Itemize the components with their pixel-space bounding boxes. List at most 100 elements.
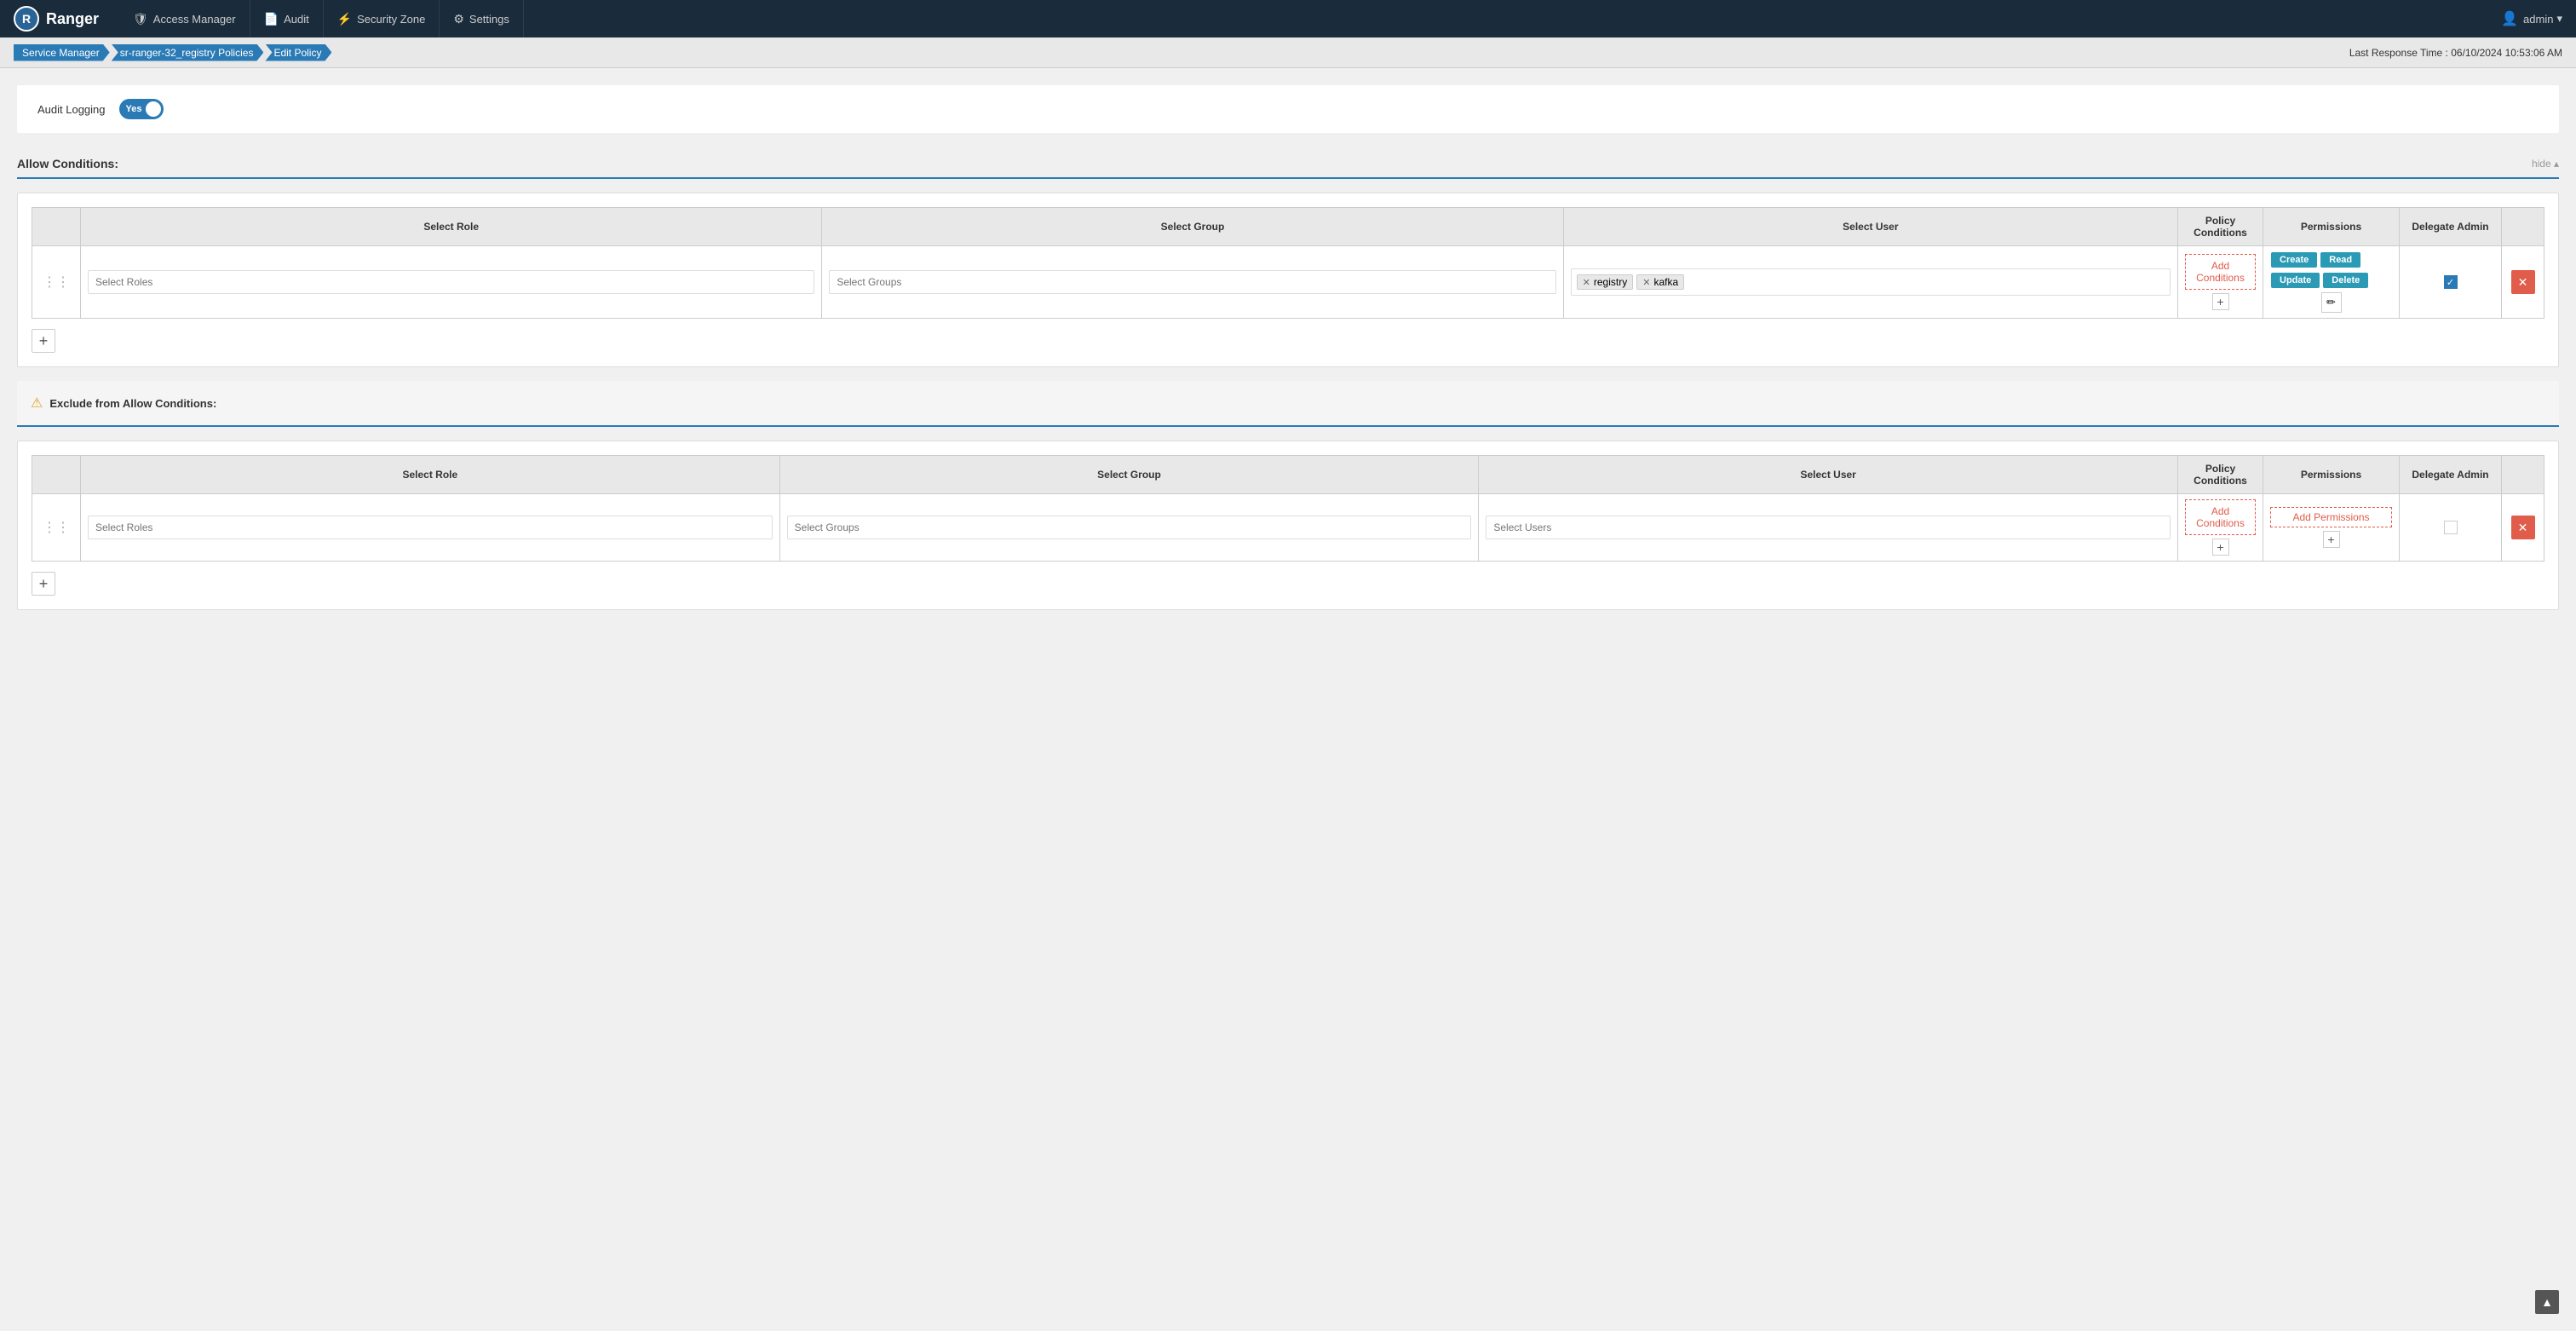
toggle-yes-label: Yes [121, 104, 142, 114]
th-delegate-admin: Delegate Admin [2400, 208, 2502, 246]
top-nav: R Ranger 🛡 Access Manager 📄 Audit ⚡ Secu… [0, 0, 2576, 37]
exc-group-cell [779, 494, 1479, 562]
allow-table-header-row: Select Role Select Group Select User Pol… [32, 208, 2544, 246]
drag-handle-cell: ⋮⋮ [32, 246, 81, 319]
perm-read-btn[interactable]: Read [2320, 252, 2360, 268]
allow-conditions-table-container: Select Role Select Group Select User Pol… [17, 193, 2559, 367]
exc-groups-input[interactable] [787, 516, 1472, 539]
th-drag [32, 208, 81, 246]
exc-th-select-user: Select User [1479, 456, 2178, 494]
app-logo[interactable]: R Ranger [14, 6, 99, 32]
exclude-table-header-row: Select Role Select Group Select User Pol… [32, 456, 2544, 494]
th-select-group: Select Group [822, 208, 1563, 246]
breadcrumb-registry-policies[interactable]: sr-ranger-32_registry Policies [112, 44, 264, 61]
nav-audit-label: Audit [284, 13, 309, 26]
user-menu[interactable]: 👤 admin ▾ [2501, 10, 2562, 27]
exc-th-delete [2502, 456, 2544, 494]
allow-policy-conditions-cell: Add Conditions + [2178, 246, 2263, 319]
warning-icon: ⚠ [31, 395, 43, 412]
audit-section: Audit Logging Yes [17, 85, 2559, 133]
tag-registry: ✕ registry [1577, 274, 1634, 290]
exc-add-perm-plus-btn[interactable]: + [2323, 531, 2340, 548]
allow-user-cell: ✕ registry ✕ kafka [1563, 246, 2177, 319]
perm-create-btn[interactable]: Create [2271, 252, 2317, 268]
exc-drag-handle-cell: ⋮⋮ [32, 494, 81, 562]
permissions-row: Create Read [2270, 251, 2392, 268]
user-avatar-icon: 👤 [2501, 10, 2518, 27]
breadcrumb: Service Manager sr-ranger-32_registry Po… [14, 44, 333, 61]
exc-roles-input[interactable] [88, 516, 773, 539]
exc-add-conditions-btn[interactable]: Add Conditions [2185, 499, 2256, 535]
exclude-add-row-btn[interactable]: + [32, 572, 55, 596]
exc-th-delegate-admin: Delegate Admin [2400, 456, 2502, 494]
perm-update-btn[interactable]: Update [2271, 273, 2320, 288]
nav-settings[interactable]: ⚙ Settings [440, 0, 524, 37]
access-manager-icon: 🛡 [133, 12, 148, 26]
exc-delegate-cell [2400, 494, 2502, 562]
audit-logging-row: Audit Logging Yes [37, 99, 2539, 119]
audit-logging-toggle[interactable]: Yes [119, 99, 164, 119]
breadcrumb-edit-policy[interactable]: Edit Policy [265, 44, 331, 61]
exclude-title: Exclude from Allow Conditions: [49, 397, 216, 410]
exc-delete-cell: ✕ [2502, 494, 2544, 562]
allow-roles-input[interactable] [88, 270, 814, 294]
allow-conditions-table: Select Role Select Group Select User Pol… [32, 207, 2544, 319]
tag-registry-label: registry [1594, 276, 1627, 288]
scroll-to-top-btn[interactable]: ▲ [2535, 1290, 2559, 1314]
logo-icon: R [14, 6, 39, 32]
th-select-role: Select Role [81, 208, 822, 246]
user-name: admin [2523, 13, 2553, 26]
allow-role-cell [81, 246, 822, 319]
exc-users-input[interactable] [1486, 516, 2171, 539]
tag-kafka: ✕ kafka [1636, 274, 1684, 290]
exc-th-select-group: Select Group [779, 456, 1479, 494]
th-policy-conditions: PolicyConditions [2178, 208, 2263, 246]
app-name: Ranger [46, 10, 99, 28]
nav-security-zone-label: Security Zone [357, 13, 425, 26]
exclude-section: ⚠ Exclude from Allow Conditions: [17, 381, 2559, 427]
toggle-knob [146, 101, 161, 117]
exclude-conditions-table: Select Role Select Group Select User Pol… [32, 455, 2544, 562]
add-conditions-plus-btn[interactable]: + [2212, 293, 2229, 310]
exc-role-cell [81, 494, 780, 562]
exc-th-policy-conditions: PolicyConditions [2178, 456, 2263, 494]
allow-groups-input[interactable] [829, 270, 1555, 294]
exc-drag-handle-icon: ⋮⋮ [39, 521, 73, 535]
nav-security-zone[interactable]: ⚡ Security Zone [324, 0, 440, 37]
audit-logging-label: Audit Logging [37, 103, 106, 116]
nav-access-manager[interactable]: 🛡 Access Manager [119, 0, 250, 37]
exc-add-permissions-btn[interactable]: Add Permissions [2270, 507, 2392, 527]
allow-row-delete-btn[interactable]: ✕ [2511, 270, 2535, 294]
allow-user-tags[interactable]: ✕ registry ✕ kafka [1571, 268, 2171, 296]
allow-conditions-hide[interactable]: hide ▴ [2532, 158, 2559, 170]
exc-th-drag [32, 456, 81, 494]
th-permissions: Permissions [2263, 208, 2400, 246]
nav-access-manager-label: Access Manager [153, 13, 236, 26]
permissions-edit-btn[interactable]: ✏ [2321, 292, 2342, 313]
exc-row-delete-btn[interactable]: ✕ [2511, 516, 2535, 539]
add-conditions-plus: + [2185, 293, 2256, 310]
allow-delegate-cell [2400, 246, 2502, 319]
allow-group-cell [822, 246, 1563, 319]
allow-table-row: ⋮⋮ ✕ registry [32, 246, 2544, 319]
breadcrumb-service-manager[interactable]: Service Manager [14, 44, 110, 61]
tag-registry-close[interactable]: ✕ [1583, 277, 1590, 288]
exc-user-cell [1479, 494, 2178, 562]
allow-add-row-btn[interactable]: + [32, 329, 55, 353]
delegate-admin-checkbox[interactable] [2444, 275, 2458, 289]
exc-delegate-admin-checkbox[interactable] [2444, 521, 2458, 534]
allow-conditions-title: Allow Conditions: [17, 157, 118, 170]
exc-add-conditions-plus-btn[interactable]: + [2212, 539, 2229, 556]
th-delete [2502, 208, 2544, 246]
exclude-header: ⚠ Exclude from Allow Conditions: [31, 395, 2545, 412]
nav-audit[interactable]: 📄 Audit [250, 0, 324, 37]
last-response-time: Last Response Time : 06/10/2024 10:53:06… [2349, 47, 2562, 59]
exc-th-select-role: Select Role [81, 456, 780, 494]
settings-icon: ⚙ [453, 12, 464, 26]
user-dropdown-icon: ▾ [2556, 12, 2562, 26]
tag-kafka-close[interactable]: ✕ [1642, 277, 1650, 288]
perm-delete-btn[interactable]: Delete [2323, 273, 2368, 288]
add-conditions-btn[interactable]: Add Conditions [2185, 254, 2256, 290]
allow-conditions-section: Allow Conditions: hide ▴ Select Role Sel… [17, 147, 2559, 610]
audit-icon: 📄 [264, 12, 279, 26]
